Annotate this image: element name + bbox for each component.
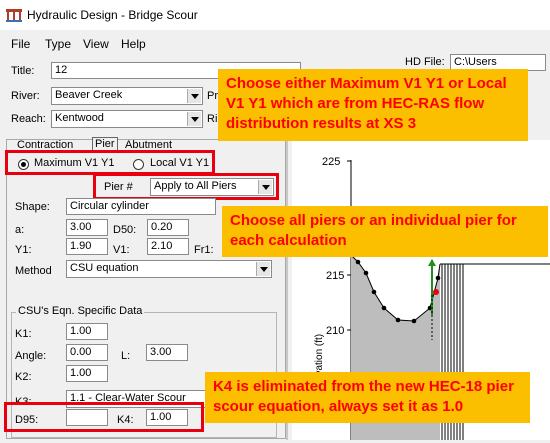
y-tick-215: 215: [326, 270, 344, 282]
method-label: Method: [15, 265, 52, 277]
callout-k4-note: K4 is eliminated from the new HEC-18 pie…: [205, 372, 530, 423]
river-value: Beaver Creek: [55, 89, 123, 101]
app-bridge-icon: [6, 9, 22, 22]
callout-pier-note: Choose all piers or an individual pier f…: [222, 206, 548, 257]
highlight-k4-box: [4, 402, 204, 432]
menu-type[interactable]: Type: [45, 37, 71, 51]
reach-station-label: Ri: [207, 113, 218, 125]
window-title: Hydraulic Design - Bridge Scour: [27, 8, 198, 22]
l-label: L:: [121, 350, 131, 362]
title-label: Title:: [11, 65, 35, 77]
reach-dropdown[interactable]: Kentwood: [51, 110, 203, 128]
menu-bar: File Type View Help: [0, 34, 240, 54]
tab-pier[interactable]: Pier: [92, 137, 118, 151]
reach-label: Reach:: [11, 113, 46, 125]
a-field[interactable]: 3.00: [66, 219, 108, 236]
fr1-label: Fr1:: [194, 244, 214, 256]
angle-field[interactable]: 0.00: [66, 344, 108, 361]
chevron-down-icon: [187, 89, 201, 103]
method-dropdown[interactable]: CSU equation: [66, 260, 272, 278]
river-station-label: Pr: [207, 90, 218, 102]
method-value: CSU equation: [70, 262, 139, 274]
shape-label: Shape:: [15, 201, 50, 213]
title-bar: Hydraulic Design - Bridge Scour: [0, 0, 550, 30]
reach-value: Kentwood: [55, 112, 104, 124]
chevron-down-icon: [187, 112, 201, 126]
river-label: River:: [11, 90, 40, 102]
d50-label: D50:: [113, 224, 137, 236]
l-field[interactable]: 3.00: [146, 344, 188, 361]
highlight-radio-box: [5, 150, 215, 175]
k2-field[interactable]: 1.00: [66, 365, 108, 382]
hd-file-label: HD File:: [405, 56, 445, 68]
shape-field[interactable]: Circular cylinder: [66, 198, 216, 215]
callout-v1y1-note: Choose either Maximum V1 Y1 or Local V1 …: [218, 69, 528, 141]
y-tick-225: 225: [322, 156, 340, 168]
d50-field[interactable]: 0.20: [147, 219, 189, 236]
menu-help[interactable]: Help: [121, 37, 146, 51]
y1-field[interactable]: 1.90: [66, 238, 108, 255]
csu-group-label: CSU's Eqn. Specific Data: [16, 305, 145, 317]
k1-field[interactable]: 1.00: [66, 323, 108, 340]
a-label: a:: [15, 224, 25, 236]
k2-label: K2:: [15, 371, 32, 383]
v1-label: V1:: [113, 244, 130, 256]
menu-view[interactable]: View: [83, 37, 109, 51]
angle-label: Angle:: [15, 350, 47, 362]
k1-label: K1:: [15, 328, 32, 340]
river-dropdown[interactable]: Beaver Creek: [51, 87, 203, 105]
y1-label: Y1:: [15, 244, 32, 256]
menu-file[interactable]: File: [11, 37, 30, 51]
chevron-down-icon: [256, 262, 270, 276]
highlight-pier-box: [93, 173, 279, 200]
y-tick-210: 210: [326, 325, 344, 337]
v1-field[interactable]: 2.10: [147, 238, 189, 255]
